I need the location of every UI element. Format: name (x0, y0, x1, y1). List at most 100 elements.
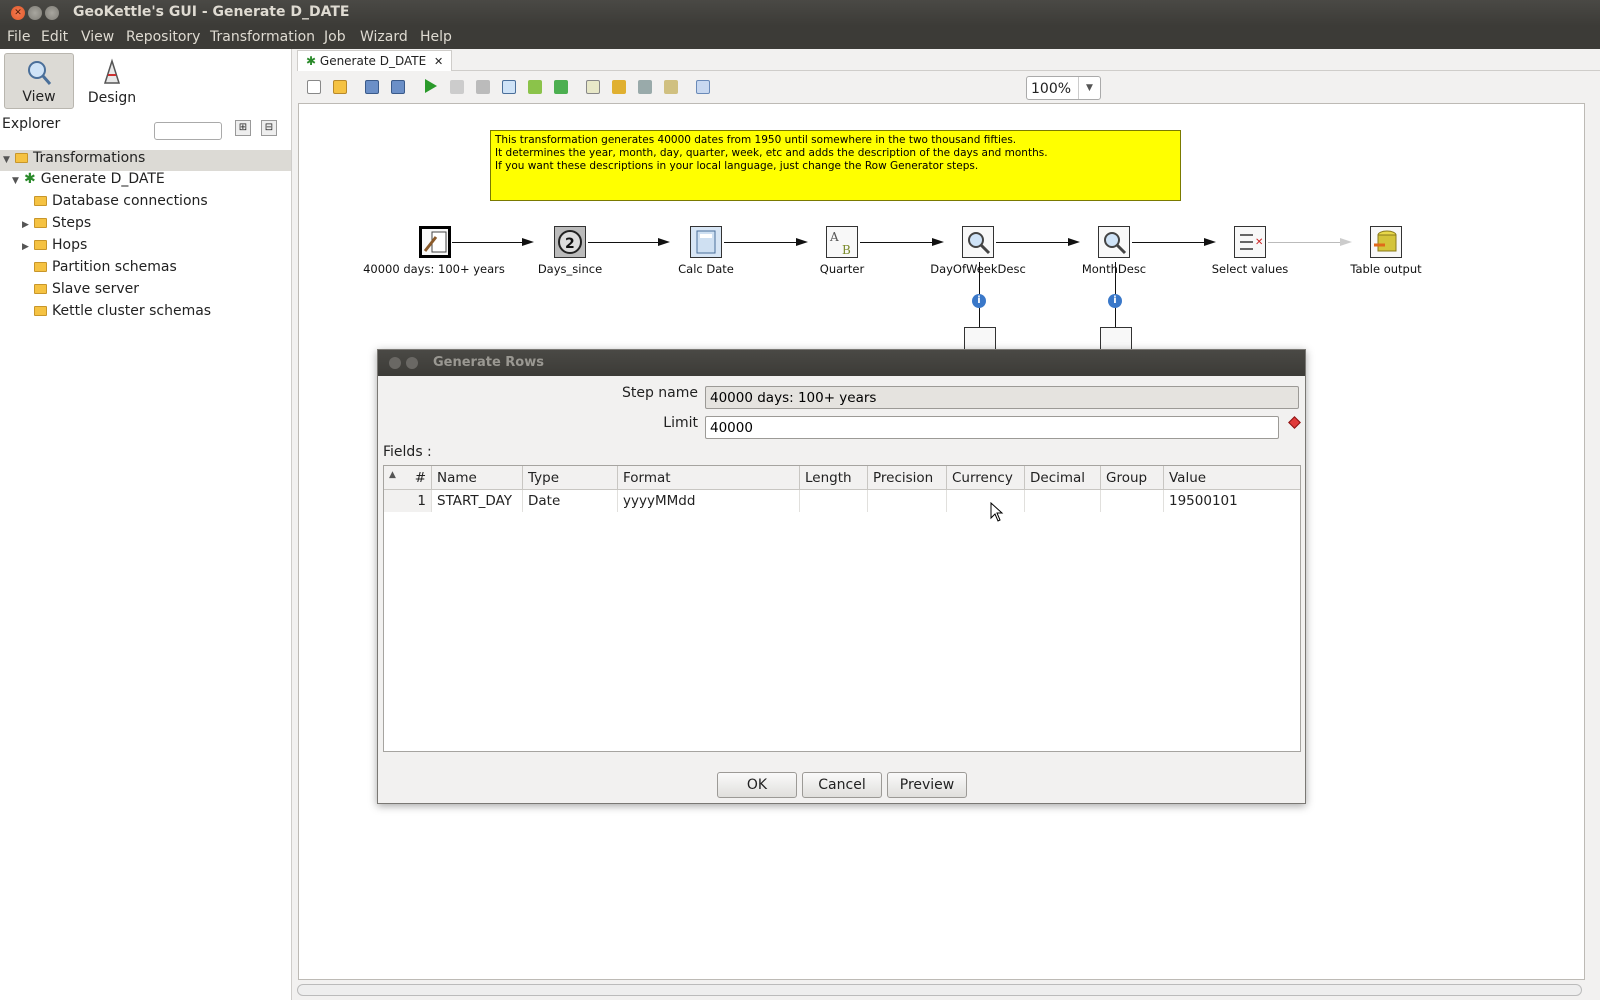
preview-icon[interactable] (502, 80, 516, 94)
design-perspective-button[interactable]: Design (77, 53, 147, 109)
zoom-select[interactable]: 100% ▼ (1026, 76, 1101, 100)
fields-label: Fields : (383, 444, 432, 460)
column-header-group[interactable]: Group (1101, 466, 1164, 490)
cell-length[interactable] (800, 490, 868, 512)
variable-diamond-icon[interactable] (1288, 416, 1301, 429)
ok-button[interactable]: OK (717, 772, 797, 798)
step-table-output[interactable] (1370, 226, 1402, 258)
sql-icon[interactable] (638, 80, 652, 94)
maximize-window-button[interactable] (45, 6, 59, 20)
cell-decimal[interactable] (1025, 490, 1101, 512)
open-folder-icon[interactable] (333, 80, 347, 94)
expand-arrow-icon[interactable]: ▼ (12, 176, 24, 186)
close-window-button[interactable]: ✕ (11, 6, 25, 20)
column-header-currency[interactable]: Currency (947, 466, 1025, 490)
dialog-maximize-button[interactable] (406, 357, 418, 369)
cell-value[interactable]: 19500101 (1164, 490, 1300, 512)
cell-currency[interactable] (947, 490, 1025, 512)
step-dayofweekdesc[interactable] (962, 226, 994, 258)
pause-icon[interactable] (450, 80, 464, 94)
debug-icon[interactable] (528, 80, 542, 94)
column-header-number[interactable]: ▲ # (384, 466, 432, 490)
expand-arrow-icon[interactable]: ▶ (22, 242, 34, 252)
collapse-all-button[interactable]: ⊟ (261, 120, 277, 136)
replay-icon[interactable] (554, 80, 568, 94)
tab-generate-d-date[interactable]: ✱ Generate D_DATE ✕ (297, 50, 453, 71)
step-select-values[interactable]: ✕ (1234, 226, 1266, 258)
value-mapper-icon: AB (829, 230, 851, 257)
column-header-value[interactable]: Value (1164, 466, 1300, 490)
tree-item-database-connections[interactable]: Database connections (34, 193, 208, 214)
note-line: It determines the year, month, day, quar… (495, 147, 1048, 159)
explore-db-icon[interactable] (664, 80, 678, 94)
cell-name[interactable]: START_DAY (432, 490, 523, 512)
step-month-names-source[interactable] (1100, 327, 1132, 349)
menu-repository[interactable]: Repository (126, 29, 200, 45)
menu-edit[interactable]: Edit (41, 29, 68, 45)
canvas-horizontal-scrollbar[interactable] (297, 984, 1582, 996)
menu-transformation[interactable]: Transformation (210, 29, 315, 45)
column-header-type[interactable]: Type (523, 466, 618, 490)
tree-item-steps[interactable]: ▶ Steps (22, 215, 91, 236)
column-header-decimal[interactable]: Decimal (1025, 466, 1101, 490)
verify-icon[interactable] (586, 80, 600, 94)
tree-item-generate-d-date[interactable]: ▼ ✱ Generate D_DATE (12, 171, 165, 192)
cell-precision[interactable] (868, 490, 947, 512)
svg-text:2: 2 (565, 236, 575, 252)
tree-item-partition-schemas[interactable]: Partition schemas (34, 259, 177, 280)
column-header-name[interactable]: Name (432, 466, 523, 490)
menu-wizard[interactable]: Wizard (360, 29, 408, 45)
tree-item-transformations[interactable]: ▼ Transformations (0, 150, 291, 171)
transformation-note[interactable]: This transformation generates 40000 date… (490, 130, 1181, 201)
show-results-icon[interactable] (696, 80, 710, 94)
expand-arrow-icon[interactable]: ▶ (22, 220, 34, 230)
hop-arrow (932, 238, 944, 246)
save-icon[interactable] (365, 80, 379, 94)
info-icon[interactable]: i (1108, 294, 1122, 308)
expand-arrow-icon[interactable]: ▼ (3, 155, 15, 165)
stop-icon[interactable] (476, 80, 490, 94)
design-pencil-icon (103, 58, 121, 84)
limit-input[interactable] (705, 416, 1279, 439)
menu-help[interactable]: Help (420, 29, 452, 45)
column-header-format[interactable]: Format (618, 466, 800, 490)
generate-rows-dialog: Generate Rows Step name Limit Fields : ▲… (377, 349, 1306, 804)
cancel-button[interactable]: Cancel (802, 772, 882, 798)
step-calc-date[interactable] (690, 226, 722, 258)
svg-text:✕: ✕ (1255, 237, 1263, 248)
view-perspective-button[interactable]: View (4, 53, 74, 109)
tree-item-kettle-cluster-schemas[interactable]: Kettle cluster schemas (34, 303, 211, 324)
save-as-icon[interactable] (391, 80, 405, 94)
tree-item-slave-server[interactable]: Slave server (34, 281, 139, 302)
explorer-search-input[interactable] (154, 122, 222, 140)
design-perspective-label: Design (87, 90, 137, 106)
hop-arrow (1204, 238, 1216, 246)
new-file-icon[interactable] (307, 80, 321, 94)
menu-file[interactable]: File (7, 29, 30, 45)
dialog-close-button[interactable] (389, 357, 401, 369)
column-header-precision[interactable]: Precision (868, 466, 947, 490)
run-icon[interactable] (425, 79, 437, 93)
step-quarter[interactable]: AB (826, 226, 858, 258)
chevron-down-icon[interactable]: ▼ (1078, 77, 1100, 99)
cell-group[interactable] (1101, 490, 1164, 512)
expand-all-button[interactable]: ⊞ (235, 120, 251, 136)
cell-type[interactable]: Date (523, 490, 618, 512)
step-monthdesc[interactable] (1098, 226, 1130, 258)
impact-icon[interactable] (612, 80, 626, 94)
cell-format[interactable]: yyyyMMdd (618, 490, 800, 512)
canvas-vertical-scrollbar[interactable] (1586, 103, 1596, 980)
step-day-names-source[interactable] (964, 327, 996, 349)
menu-job[interactable]: Job (324, 29, 346, 45)
column-header-length[interactable]: Length (800, 466, 868, 490)
step-days-since[interactable]: 2 (554, 226, 586, 258)
step-row-generator[interactable] (419, 226, 451, 258)
info-icon[interactable]: i (972, 294, 986, 308)
preview-button[interactable]: Preview (887, 772, 967, 798)
tree-item-hops[interactable]: ▶ Hops (22, 237, 87, 258)
minimize-window-button[interactable] (28, 6, 42, 20)
fields-table[interactable]: ▲ # Name Type Format Length Precision Cur… (383, 465, 1301, 752)
step-name-input[interactable] (705, 386, 1299, 409)
close-tab-icon[interactable]: ✕ (434, 55, 443, 68)
menu-view[interactable]: View (81, 29, 114, 45)
